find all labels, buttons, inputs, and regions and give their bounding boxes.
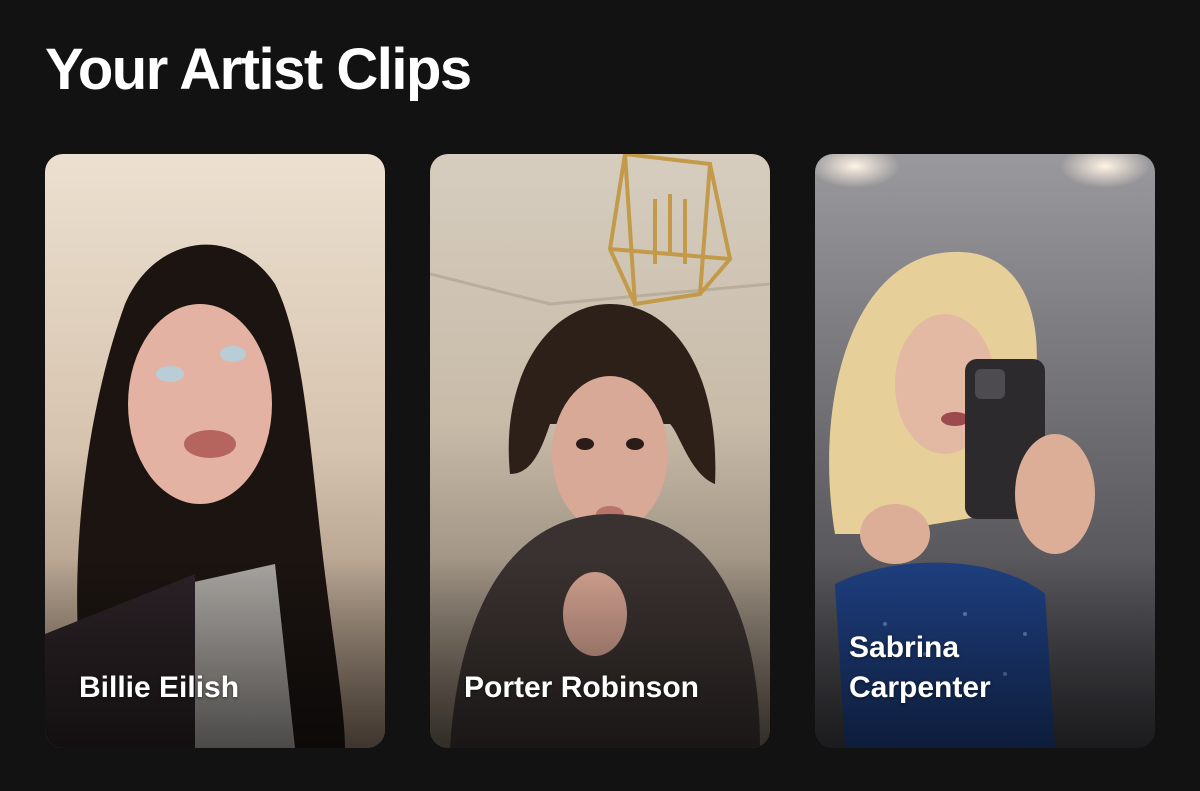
artist-clips-row: Billie Eilish Porter Robinson Sabrina Ca… (45, 154, 1155, 748)
artist-clip-card-porter-robinson[interactable]: Porter Robinson (430, 154, 770, 748)
clip-gradient-overlay (45, 558, 385, 748)
artist-name: Billie Eilish (79, 671, 240, 704)
artist-clip-card-billie-eilish[interactable]: Billie Eilish (45, 154, 385, 748)
artist-clip-card-sabrina-carpenter[interactable]: Sabrina Carpenter (815, 154, 1155, 748)
section-title: Your Artist Clips (45, 37, 472, 102)
artist-name: Porter Robinson (464, 671, 700, 704)
artist-name: Sabrina Carpenter (849, 631, 991, 704)
clip-gradient-overlay (430, 558, 770, 748)
